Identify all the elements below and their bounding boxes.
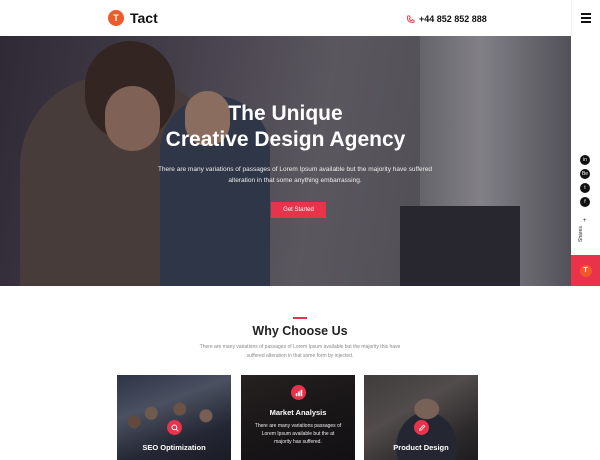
hamburger-menu-button[interactable] [571, 0, 600, 36]
section-title: Why Choose Us [252, 324, 348, 338]
behance-icon[interactable]: Be [580, 169, 590, 179]
hero-overlay [0, 36, 571, 286]
menu-bar-icon [581, 21, 591, 23]
hero-banner: The Unique Creative Design Agency There … [0, 36, 571, 286]
hero-title-line2: Creative Design Agency [165, 128, 406, 151]
card-text: There are many variations passages of Lo… [254, 423, 342, 445]
brand-name: Tact [130, 10, 158, 26]
phone-number: +44 852 852 888 [419, 14, 487, 24]
hero-title-line1: The Unique [228, 102, 343, 125]
pen-design-icon [414, 420, 429, 435]
section-accent-line [293, 317, 307, 319]
site-header: T Tact +44 852 852 888 [0, 0, 600, 36]
section-subtitle: There are many variations of passages of… [199, 344, 401, 359]
logo-mark: T [108, 10, 124, 26]
hero-subtitle: There are many variations of passages of… [157, 166, 433, 184]
feature-card-seo[interactable]: SEO Optimization [117, 375, 231, 460]
shares-plus-icon[interactable]: + [583, 218, 587, 224]
bar-chart-icon [291, 385, 306, 400]
phone-icon [406, 14, 415, 23]
card-title: SEO Optimization [142, 443, 206, 452]
facebook-icon[interactable]: f [580, 197, 590, 207]
card-title: Product Design [393, 443, 449, 452]
feature-card-product[interactable]: Product Design [364, 375, 478, 460]
phone-contact[interactable]: +44 852 852 888 [406, 14, 487, 24]
card-title: Market Analysis [269, 408, 327, 417]
shares-label: Shares [578, 226, 584, 242]
magnifier-chart-icon [167, 420, 182, 435]
get-started-button[interactable]: Get Started [271, 202, 326, 218]
menu-bar-icon [581, 13, 591, 15]
side-logo-icon: T [579, 264, 592, 277]
linkedin-icon[interactable]: in [580, 155, 590, 165]
twitter-icon[interactable]: t [580, 183, 590, 193]
feature-card-market[interactable]: Market Analysis There are many variation… [241, 375, 355, 460]
logo[interactable]: T Tact [108, 10, 158, 26]
side-cta-button[interactable]: T [571, 255, 600, 286]
menu-bar-icon [581, 17, 591, 19]
